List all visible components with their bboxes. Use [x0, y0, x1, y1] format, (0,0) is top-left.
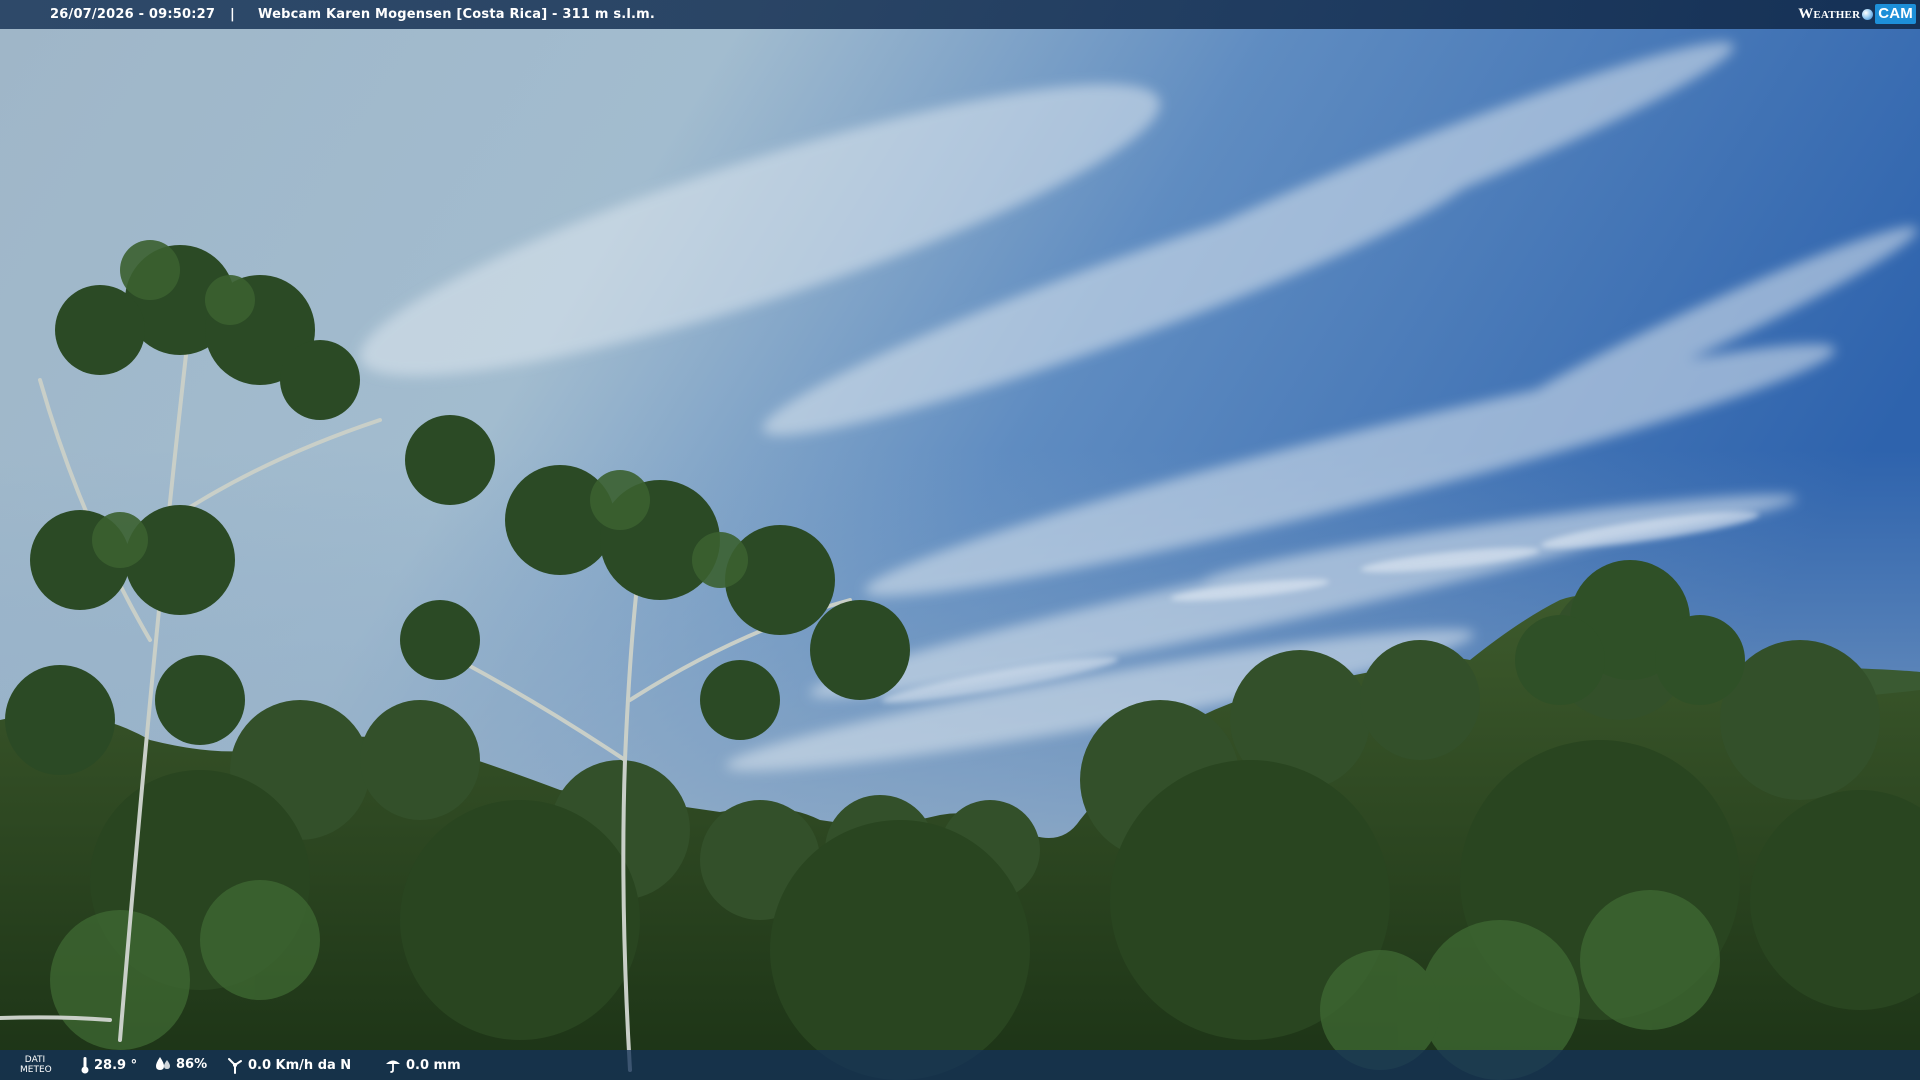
- temperature-reading: 28.9 °: [80, 1056, 137, 1074]
- humidity-drop-icon: [156, 1057, 170, 1070]
- top-info-bar: 26/07/2026 - 09:50:27 | Webcam Karen Mog…: [0, 0, 1920, 29]
- logo-cam-text: CAM: [1875, 4, 1916, 24]
- logo-weather-text: Weather: [1798, 5, 1861, 22]
- rain-icon: [386, 1060, 400, 1073]
- meteo-data-label: DATI METEO: [20, 1055, 52, 1075]
- webcam-frame: 26/07/2026 - 09:50:27 | Webcam Karen Mog…: [0, 0, 1920, 1080]
- thermometer-icon: [81, 1057, 89, 1074]
- timestamp: 26/07/2026 - 09:50:27: [50, 7, 216, 22]
- wind-value: 0.0 Km/h da N: [248, 1057, 352, 1073]
- meteo-data-bar: DATI METEO 28.9 ° 86% 0.0 Km/h da N 0.0 …: [0, 1050, 1920, 1080]
- globe-icon: [1862, 8, 1874, 20]
- webcam-image: [0, 0, 1920, 1080]
- rain-value: 0.0 mm: [406, 1057, 461, 1073]
- meteo-label-line2: METEO: [20, 1065, 52, 1075]
- rain-reading: 0.0 mm: [384, 1056, 461, 1074]
- wind-reading: 0.0 Km/h da N: [226, 1056, 351, 1074]
- weathercam-logo: Weather CAM: [1798, 3, 1916, 25]
- temperature-value: 28.9 °: [94, 1057, 138, 1073]
- webcam-title: Webcam Karen Mogensen [Costa Rica] - 311…: [258, 7, 656, 22]
- separator: |: [230, 7, 235, 22]
- meteo-label-line1: DATI: [24, 1055, 46, 1065]
- wind-icon: [228, 1058, 242, 1074]
- humidity-value: 86%: [176, 1056, 208, 1072]
- humidity-reading: 86%: [154, 1056, 207, 1072]
